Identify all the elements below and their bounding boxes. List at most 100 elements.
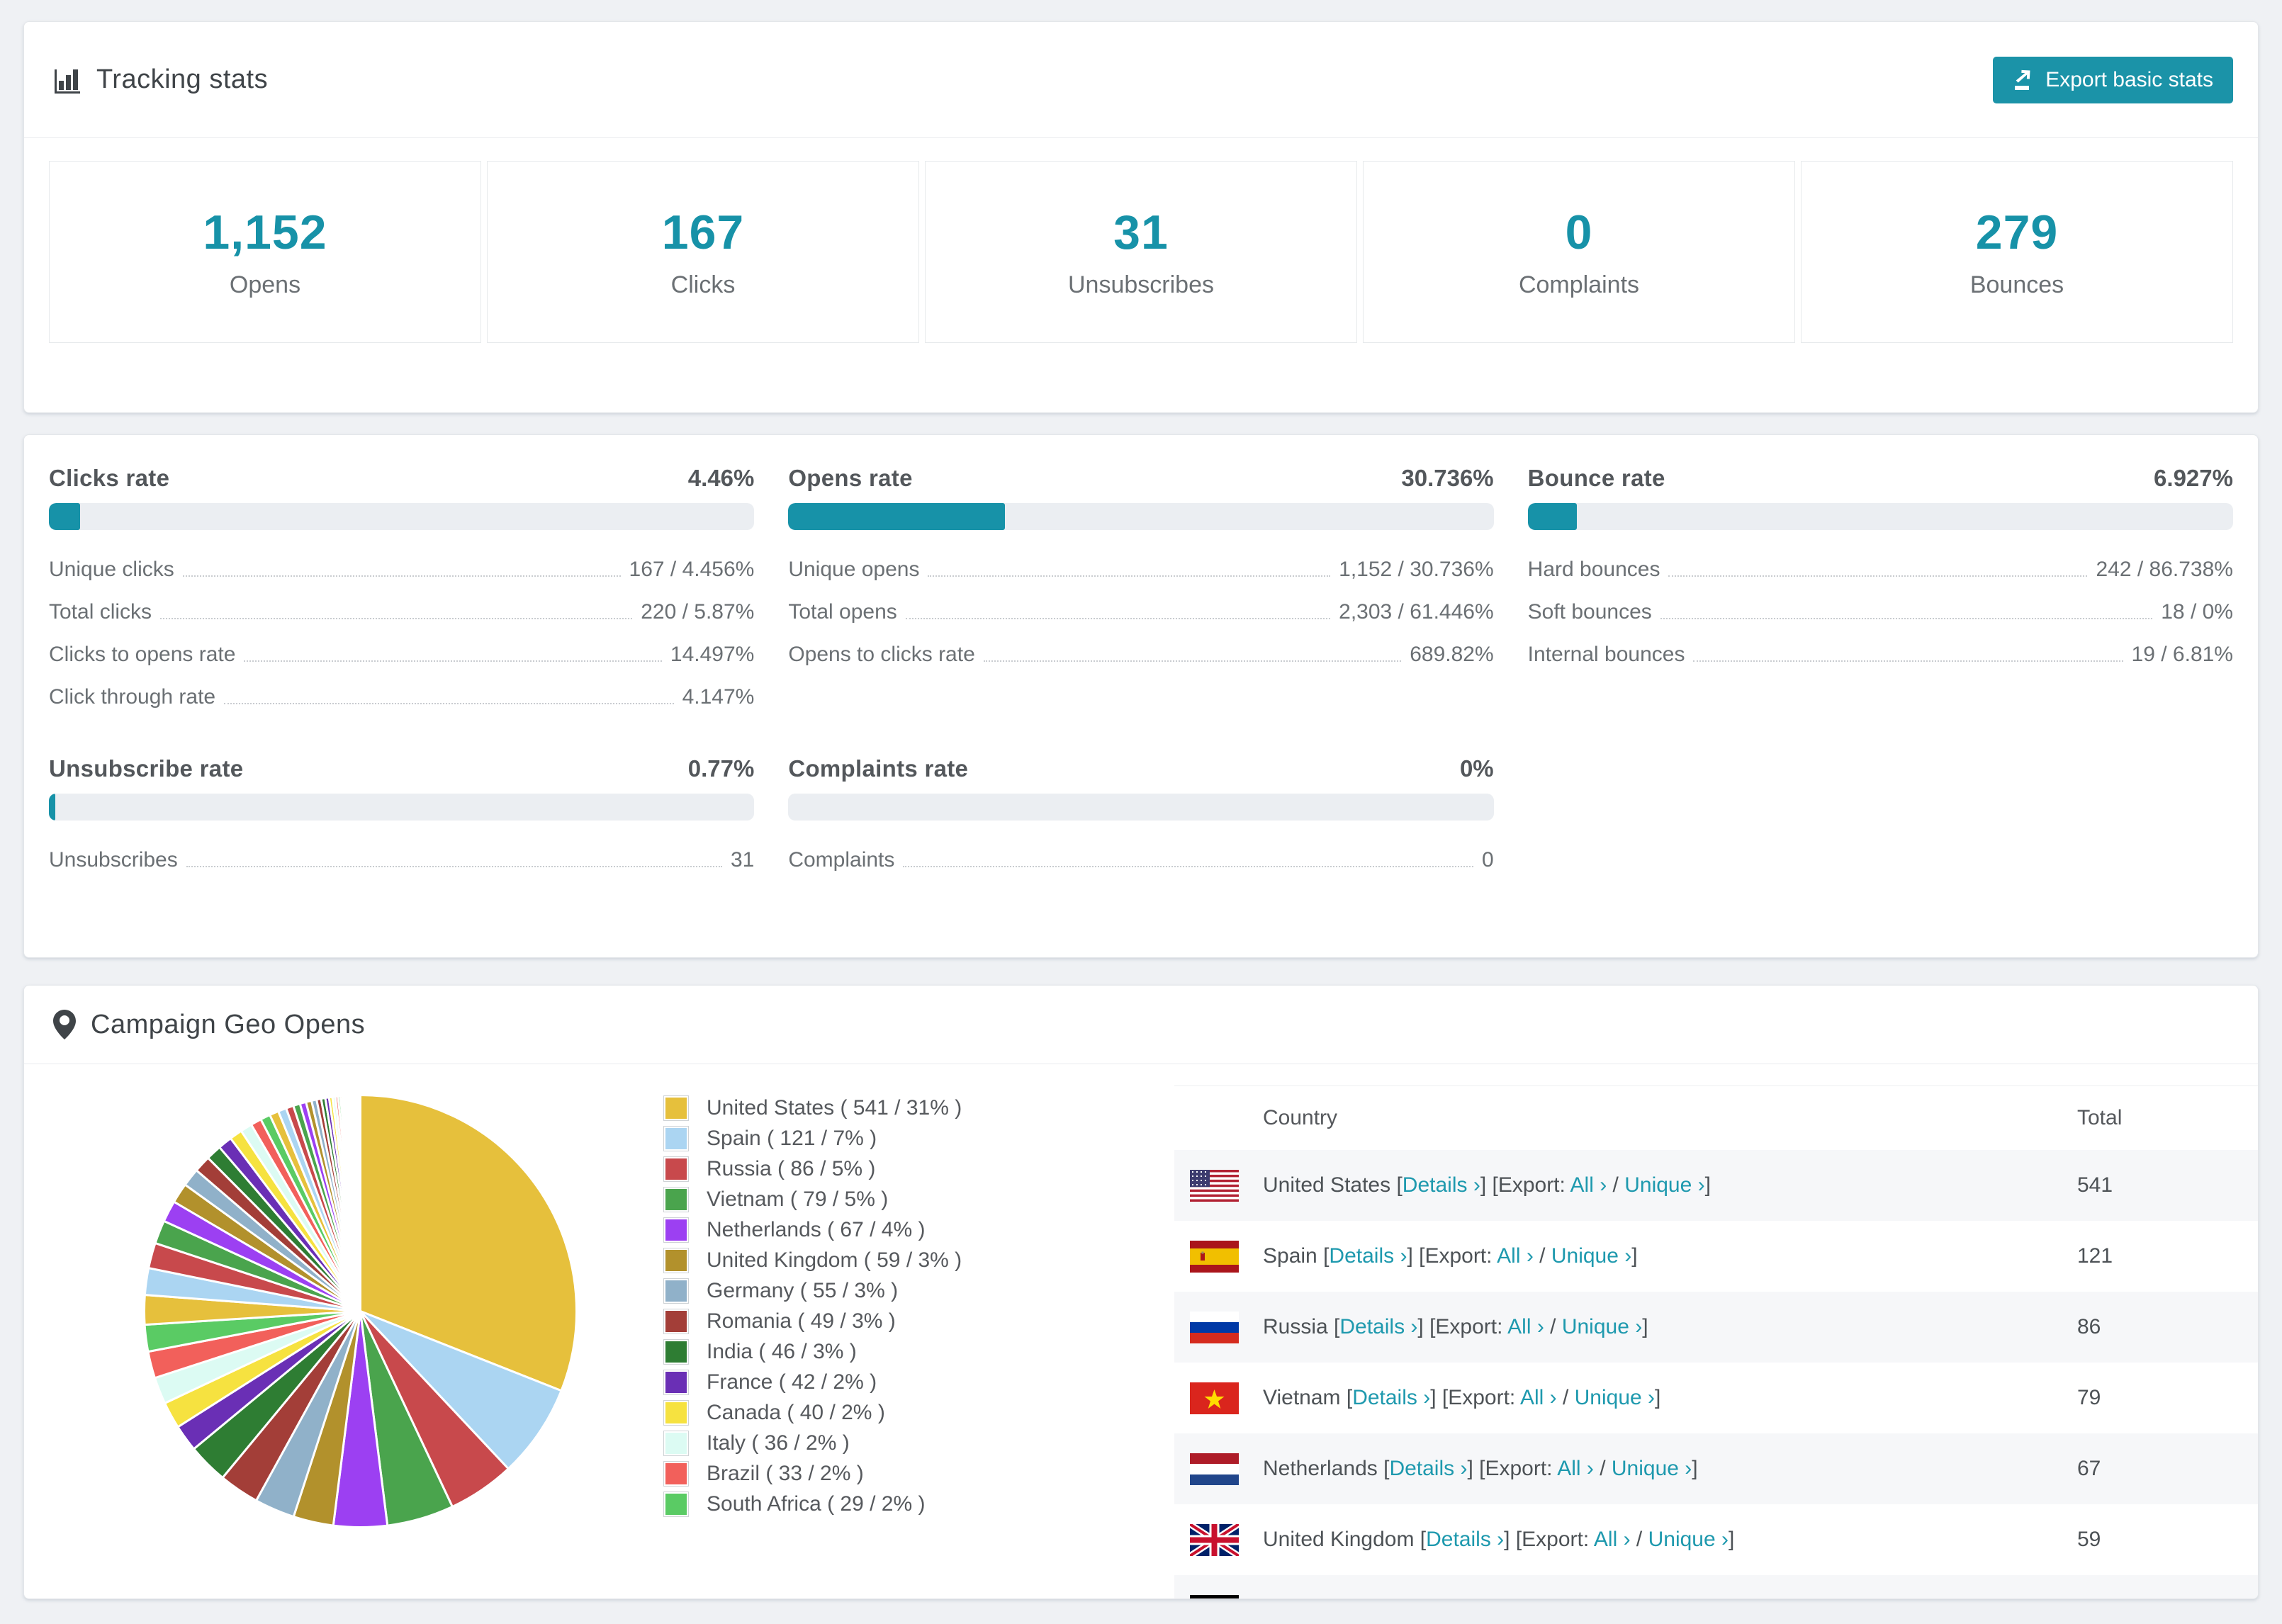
legend-item-united-kingdom: United Kingdom ( 59 / 3% ) xyxy=(663,1245,962,1275)
geo-total-cell: 541 xyxy=(2077,1173,2113,1197)
export-all-link-netherlands[interactable]: All › xyxy=(1557,1457,1594,1480)
rate-title: Unsubscribe rate xyxy=(49,755,244,782)
dotted-leader xyxy=(186,866,722,867)
details-link-spain[interactable]: Details › xyxy=(1329,1244,1407,1268)
rate-group-opens-rate: Opens rate 30.736% Unique opens 1,152 / 30.… xyxy=(788,465,1494,718)
map-pin-icon xyxy=(52,1009,77,1040)
export-unique-link-vietnam[interactable]: Unique › xyxy=(1575,1386,1655,1409)
dotted-leader xyxy=(1693,660,2123,662)
column-header-country: Country xyxy=(1263,1106,1338,1129)
export-basic-stats-button[interactable]: Export basic stats xyxy=(1993,56,2233,103)
geo-total-cell: 79 xyxy=(2077,1386,2101,1409)
rate-row-label: Hard bounces xyxy=(1527,558,1660,581)
stat-label: Complaints xyxy=(1518,271,1640,298)
export-unique-link-netherlands[interactable]: Unique › xyxy=(1612,1457,1692,1480)
legend-item-vietnam: Vietnam ( 79 / 5% ) xyxy=(663,1184,962,1214)
summary-stats-row: 1,152 Opens 167 Clicks 31 Unsubscribes 0 Compla… xyxy=(49,161,2233,343)
rate-row-value: 2,303 / 61.446% xyxy=(1339,600,1494,624)
export-all-link-united-states[interactable]: All › xyxy=(1570,1173,1607,1197)
legend-item-canada: Canada ( 40 / 2% ) xyxy=(663,1397,962,1428)
legend-swatch xyxy=(663,1338,689,1365)
legend-swatch xyxy=(663,1278,689,1304)
legend-label: France ( 42 / 2% ) xyxy=(707,1370,877,1394)
stat-value: 279 xyxy=(1975,205,2059,259)
rate-row-soft-bounces: Soft bounces 18 / 0% xyxy=(1528,591,2233,633)
geo-table-row-russia: Russia [Details ›] [Export: All › / Uniq… xyxy=(1174,1292,2258,1363)
export-icon xyxy=(2013,69,2035,91)
export-button-label: Export basic stats xyxy=(2045,67,2213,91)
geo-total-cell: 121 xyxy=(2077,1244,2113,1268)
legend-label: India ( 46 / 3% ) xyxy=(707,1339,857,1363)
rate-row-value: 1,152 / 30.736% xyxy=(1339,558,1494,581)
rate-progress-bar xyxy=(49,794,755,821)
details-link-netherlands[interactable]: Details › xyxy=(1389,1457,1467,1480)
pie-legend: United States ( 541 / 31% ) Spain ( 121 /… xyxy=(663,1093,962,1519)
legend-item-italy: Italy ( 36 / 2% ) xyxy=(663,1428,962,1458)
rate-progress-fill xyxy=(49,794,55,821)
export-all-link-russia[interactable]: All › xyxy=(1507,1315,1544,1338)
rate-value: 30.736% xyxy=(1401,465,1494,491)
export-all-link-spain[interactable]: All › xyxy=(1497,1244,1534,1268)
legend-item-brazil: Brazil ( 33 / 2% ) xyxy=(663,1458,962,1489)
legend-swatch xyxy=(663,1308,689,1334)
legend-label: United States ( 541 / 31% ) xyxy=(707,1095,962,1120)
legend-item-france: France ( 42 / 2% ) xyxy=(663,1367,962,1397)
legend-label: Italy ( 36 / 2% ) xyxy=(707,1431,850,1455)
stat-value: 0 xyxy=(1565,205,1593,259)
rate-row-label: Clicks to opens rate xyxy=(49,643,236,666)
stat-value: 1,152 xyxy=(203,205,327,259)
export-all-link-germany[interactable]: All › xyxy=(1530,1598,1567,1599)
rate-group-clicks-rate: Clicks rate 4.46% Unique clicks 167 / 4.456… xyxy=(49,465,755,718)
legend-label: Vietnam ( 79 / 5% ) xyxy=(707,1187,889,1211)
rate-row-value: 167 / 4.456% xyxy=(629,558,755,581)
rate-progress-bar xyxy=(49,503,755,530)
export-all-link-united-kingdom[interactable]: All › xyxy=(1594,1528,1631,1551)
legend-swatch xyxy=(663,1491,689,1517)
rate-row-label: Unique clicks xyxy=(49,558,174,581)
rate-row-value: 242 / 86.738% xyxy=(2096,558,2233,581)
stat-value: 167 xyxy=(661,205,745,259)
legend-item-russia: Russia ( 86 / 5% ) xyxy=(663,1154,962,1184)
tracking-stats-header: Tracking stats Export basic stats xyxy=(24,22,2258,137)
rates-grid: Clicks rate 4.46% Unique clicks 167 / 4.456… xyxy=(24,435,2258,881)
legend-label: Romania ( 49 / 3% ) xyxy=(707,1309,896,1333)
flag-icon-us xyxy=(1190,1169,1239,1202)
export-unique-link-united-kingdom[interactable]: Unique › xyxy=(1648,1528,1729,1551)
geo-total-cell: 55 xyxy=(2077,1598,2258,1599)
header-divider xyxy=(24,137,2258,138)
rate-value: 0% xyxy=(1459,755,1494,782)
geo-opens-pie-chart[interactable] xyxy=(132,1083,589,1540)
export-unique-link-germany[interactable]: Unique › xyxy=(1585,1598,1665,1599)
legend-label: Brazil ( 33 / 2% ) xyxy=(707,1461,864,1485)
rate-row-label: Soft bounces xyxy=(1527,600,1652,624)
legend-item-germany: Germany ( 55 / 3% ) xyxy=(663,1275,962,1306)
rate-row-label: Total opens xyxy=(788,600,897,624)
rate-row-value: 18 / 0% xyxy=(2161,600,2233,624)
details-link-russia[interactable]: Details › xyxy=(1339,1315,1417,1338)
rate-row-value: 0 xyxy=(1481,848,1494,872)
details-link-vietnam[interactable]: Details › xyxy=(1352,1386,1430,1409)
geo-table-row-united-kingdom: United Kingdom [Details ›] [Export: All … xyxy=(1174,1504,2258,1575)
details-link-united-kingdom[interactable]: Details › xyxy=(1426,1528,1504,1551)
details-link-united-states[interactable]: Details › xyxy=(1403,1173,1480,1197)
rate-row-value: 14.497% xyxy=(670,643,755,666)
export-unique-link-united-states[interactable]: Unique › xyxy=(1624,1173,1704,1197)
tracking-stats-card: Tracking stats Export basic stats 1,152 O… xyxy=(23,21,2259,413)
summary-stat-opens: 1,152 Opens xyxy=(49,161,481,343)
export-unique-link-spain[interactable]: Unique › xyxy=(1551,1244,1631,1268)
details-link-germany[interactable]: Details › xyxy=(1362,1598,1440,1599)
legend-swatch xyxy=(663,1460,689,1487)
rate-row-complaints: Complaints 0 xyxy=(788,839,1493,881)
rates-card: Clicks rate 4.46% Unique clicks 167 / 4.456… xyxy=(23,434,2259,958)
column-header-total: Total xyxy=(2077,1106,2123,1129)
export-all-link-vietnam[interactable]: All › xyxy=(1520,1386,1557,1409)
geo-header: Campaign Geo Opens xyxy=(24,986,2258,1064)
rate-row-label: Total clicks xyxy=(49,600,152,624)
summary-stat-bounces: 279 Bounces xyxy=(1801,161,2233,343)
rate-progress-bar xyxy=(788,794,1494,821)
rate-progress-bar xyxy=(788,503,1494,530)
legend-label: Spain ( 121 / 7% ) xyxy=(707,1126,877,1150)
export-unique-link-russia[interactable]: Unique › xyxy=(1562,1315,1642,1338)
legend-swatch xyxy=(663,1430,689,1456)
dotted-leader xyxy=(244,660,662,662)
